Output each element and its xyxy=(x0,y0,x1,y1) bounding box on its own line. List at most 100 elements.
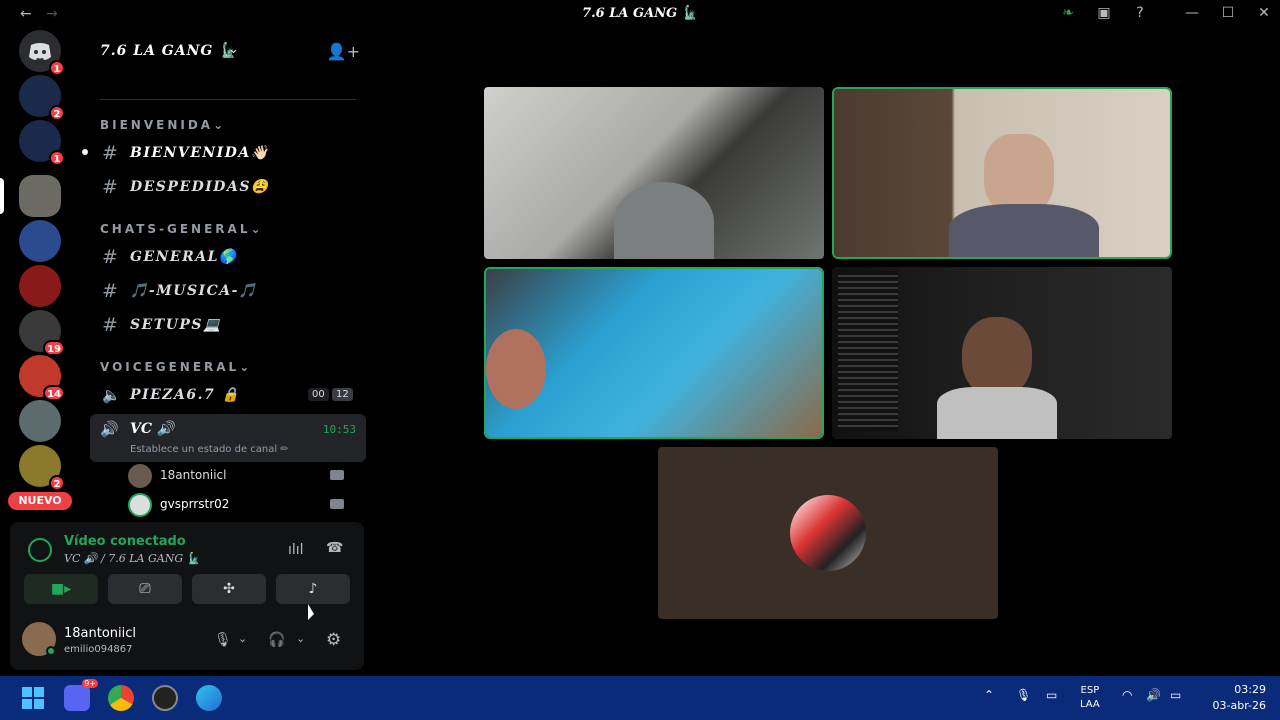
video-tile[interactable] xyxy=(484,87,824,259)
chevron-down-icon: ⌄ xyxy=(228,42,239,57)
text-channel-icon: # xyxy=(102,176,118,198)
battery-icon[interactable]: ▭ xyxy=(1170,688,1181,702)
screen-share-button[interactable]: ⎚ xyxy=(108,574,182,604)
channel-bienvenida[interactable]: # BIENVENIDA👋🏻 xyxy=(82,138,350,168)
server-icon-5[interactable] xyxy=(19,220,61,262)
category-bienvenida[interactable]: BIENVENIDA⌄ xyxy=(100,118,226,132)
video-tile-speaking[interactable] xyxy=(484,267,824,439)
soundboard-button[interactable]: ♪ xyxy=(276,574,350,604)
window-title: 7.6 LA GANG 🗽 xyxy=(582,6,698,21)
call-timer: 10:53 xyxy=(322,423,356,436)
channel-general[interactable]: # GENERAL🌎 xyxy=(100,242,350,272)
connection-location[interactable]: VC 🔊 / 7.6 LA GANG 🗽 xyxy=(64,552,200,565)
chrome-icon[interactable] xyxy=(108,685,134,711)
video-tile[interactable] xyxy=(832,267,1172,439)
obs-icon[interactable] xyxy=(152,685,178,711)
channel-name: PIEZA6.7 🔒 xyxy=(130,387,241,403)
discord-home-button[interactable]: 1 xyxy=(19,30,65,76)
server-icon-mt-1[interactable]: 2 xyxy=(19,75,65,121)
noise-suppression-icon[interactable]: ılıl xyxy=(288,542,304,558)
close-icon[interactable]: ✕ xyxy=(1254,5,1274,25)
connection-status[interactable]: Vídeo conectado xyxy=(64,534,186,549)
category-voicegeneral[interactable]: VOICEGENERAL⌄ xyxy=(100,360,252,374)
text-channel-icon: # xyxy=(102,314,118,336)
server-icon-7[interactable]: 19 xyxy=(19,310,65,356)
voice-connection-panel: Vídeo conectado VC 🔊 / 7.6 LA GANG 🗽 ılı… xyxy=(10,522,364,670)
wifi-icon[interactable]: ◠ xyxy=(1122,688,1132,702)
participant-video xyxy=(486,329,546,409)
headphones-icon[interactable]: 🎧 xyxy=(268,632,285,648)
chevron-down-icon[interactable]: ⌄ xyxy=(296,632,305,645)
video-grid xyxy=(376,30,1280,676)
channel-musica[interactable]: # 🎵-MUSICA-🎵 xyxy=(100,276,350,306)
participant-video xyxy=(984,134,1054,214)
help-icon[interactable]: ? xyxy=(1130,5,1150,25)
edge-icon[interactable] xyxy=(196,685,222,711)
avatar xyxy=(128,464,152,488)
discord-taskbar-icon[interactable]: 9+ xyxy=(64,679,98,711)
channel-setups[interactable]: # SETUPS💻 xyxy=(100,310,350,340)
clock[interactable]: 03:29 03-abr-26 xyxy=(1213,682,1266,714)
language-indicator[interactable]: ESP LAA xyxy=(1080,684,1100,712)
settings-gear-icon[interactable]: ⚙ xyxy=(326,630,341,650)
participant-avatar xyxy=(790,495,866,571)
server-icon-10[interactable]: 2 xyxy=(19,445,65,491)
user-tag: emilio094867 xyxy=(64,644,133,655)
voice-channel-vc-active[interactable]: 🔊 VC 🔊 10:53 Establece un estado de cana… xyxy=(90,414,366,462)
server-icon-current[interactable] xyxy=(19,175,61,217)
participant-video xyxy=(614,182,714,259)
camera-icon xyxy=(330,499,344,509)
voice-user-row[interactable]: 18antoniicl xyxy=(128,462,356,490)
voice-user-name: gvsprrstr02 xyxy=(160,497,230,511)
language-code: ESP xyxy=(1080,685,1100,696)
notification-badge: 1 xyxy=(49,150,65,166)
microphone-icon[interactable]: 🎙 xyxy=(1016,688,1031,702)
channel-status-hint[interactable]: Establece un estado de canal ✏ xyxy=(130,444,289,455)
leaf-icon[interactable]: ❧ xyxy=(1058,5,1078,25)
notification-badge: 14 xyxy=(43,385,65,401)
voice-user-name: 18antoniicl xyxy=(160,468,227,482)
server-icon-6[interactable] xyxy=(19,265,61,307)
title-bar: ← → 7.6 LA GANG 🗽 ❧ ▣ ? — ☐ ✕ xyxy=(0,0,1280,30)
server-header[interactable]: 7.6 LA GANG 🗽 ⌄ 👤+ xyxy=(80,30,376,74)
camera-icon xyxy=(330,470,344,480)
inbox-icon[interactable]: ▣ xyxy=(1094,5,1114,25)
server-icon-9[interactable] xyxy=(19,400,61,442)
microphone-icon[interactable]: 🎙 xyxy=(214,632,232,648)
maximize-icon[interactable]: ☐ xyxy=(1218,5,1238,25)
display-icon[interactable]: ▭ xyxy=(1046,688,1057,702)
speaker-active-icon: 🔊 xyxy=(100,420,119,438)
notification-badge: 2 xyxy=(49,475,65,491)
volume-icon[interactable]: 🔊 xyxy=(1146,688,1161,702)
activities-button[interactable]: ✣ xyxy=(192,574,266,604)
online-status-indicator xyxy=(46,646,56,656)
disconnect-icon[interactable]: ☎ xyxy=(326,540,343,556)
speaker-icon: 🔈 xyxy=(102,386,121,404)
server-icon-mt-2[interactable]: 1 xyxy=(19,120,65,166)
channel-despedidas[interactable]: # DESPEDIDAS😩 xyxy=(100,172,350,202)
video-tile-avatar-only[interactable] xyxy=(658,447,998,619)
unread-indicator xyxy=(82,149,88,155)
selected-server-indicator xyxy=(0,178,4,214)
category-chats-general[interactable]: CHATS-GENERAL⌄ xyxy=(100,222,264,236)
channel-name: 🎵-MUSICA-🎵 xyxy=(130,283,258,299)
voice-channel-pieza[interactable]: 🔈 PIEZA6.7 🔒 00 12 xyxy=(100,380,353,410)
avatar xyxy=(128,493,152,517)
voice-user-row[interactable]: gvsprrstr02 xyxy=(128,491,356,519)
start-windows-icon[interactable] xyxy=(20,685,46,711)
channel-name: GENERAL🌎 xyxy=(130,249,238,265)
date: 03-abr-26 xyxy=(1212,699,1266,712)
chevron-down-icon[interactable]: ⌄ xyxy=(238,632,247,645)
chevron-up-icon[interactable]: ⌃ xyxy=(984,688,994,702)
user-name[interactable]: 18antoniicl xyxy=(64,626,136,641)
invite-member-icon[interactable]: 👤+ xyxy=(327,42,360,61)
minimize-icon[interactable]: — xyxy=(1182,5,1202,25)
participant-shirt xyxy=(949,204,1099,257)
text-channel-icon: # xyxy=(102,142,118,164)
soundboard-icon: ♪ xyxy=(308,581,318,597)
video-tile-speaking[interactable] xyxy=(832,87,1172,259)
server-icon-8[interactable]: 14 xyxy=(19,355,65,401)
camera-button[interactable]: ■▸ xyxy=(24,574,98,604)
time: 03:29 xyxy=(1234,683,1266,696)
connection-signal-icon xyxy=(28,538,52,562)
